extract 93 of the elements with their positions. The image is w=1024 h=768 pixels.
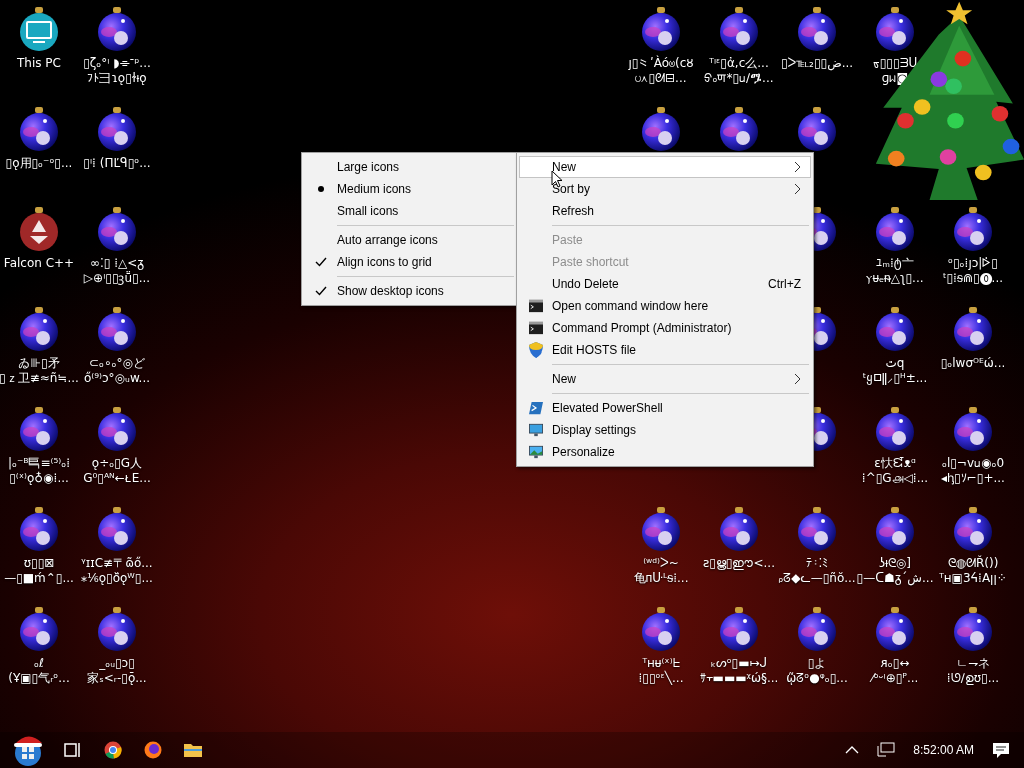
icon-label: ▷⊕ᵎ▯▯ꝫṻ▯... bbox=[83, 271, 151, 286]
icon-label: ʊ▯▯⊠ bbox=[23, 556, 55, 571]
menu-item[interactable]: Elevated PowerShell bbox=[519, 397, 811, 419]
icon-label: ᵀᵎᵋ▯ἀ,ᴄ么... bbox=[709, 56, 769, 71]
icon-label: ㄴ⇁ネ bbox=[955, 656, 991, 671]
menu-item[interactable]: New bbox=[519, 156, 811, 178]
icon-label: ₒℓ bbox=[34, 656, 44, 671]
icon-label: ῷᘔᵒ●ᵠₒ▯... bbox=[786, 671, 848, 686]
icon-label: ᴙₒ▯↔ bbox=[880, 656, 910, 671]
task-view-icon[interactable] bbox=[64, 742, 82, 758]
chevron-up-icon[interactable] bbox=[845, 746, 860, 754]
icon-label: ᘓ◍ᘛŘ()) bbox=[947, 556, 999, 571]
icon-label: ő⁽⁹⁾ɔ°◎ᵤw... bbox=[83, 371, 151, 386]
icon-label: ﾌﾄ⺕ɿǫ▯ɫᵼǫ bbox=[87, 71, 147, 86]
menu-item[interactable]: Align icons to grid bbox=[304, 251, 516, 273]
icon-label: ▯—ᑕ☗ᵹ´ش... bbox=[856, 571, 934, 586]
icon-label: ｻ᠇▬▬▬ᵡώ§... bbox=[699, 671, 779, 686]
icon-label: 龟ᴨᑘᴸᵴ⁞... bbox=[633, 571, 689, 586]
icon-label: —▯■ḿ⌃▯... bbox=[4, 571, 74, 586]
icon-label: ⁞▯▯ᵒᵋ╲... bbox=[638, 671, 684, 686]
menu-item[interactable]: Display settings bbox=[519, 419, 811, 441]
icon-label: |ₒ⁻ᴮ巪≡⁽⁵⁾ₒ⁞ bbox=[7, 456, 71, 471]
menu-item[interactable]: Edit HOSTS file bbox=[519, 339, 811, 361]
icon-label: ٿq bbox=[885, 356, 905, 371]
icon-label: ȷ▯⺀ʹÀóၑ(ϲȣ bbox=[628, 56, 694, 71]
menu-item[interactable]: New bbox=[519, 368, 811, 390]
terminal-icon bbox=[529, 401, 543, 415]
icon-label: ▯ｚ卫≢≈ñ≒... bbox=[0, 371, 79, 386]
icon-label: ᵗყ𑀩ǁ⸝▯ᴴ±... bbox=[862, 371, 928, 386]
clock[interactable]: 8:52:00 AM bbox=[913, 743, 974, 757]
icon-label: ᵀʜ▣3ᔦ⁞Aꞁꞁ⁘ bbox=[939, 571, 1007, 586]
icon-label: This PC bbox=[17, 56, 61, 71]
console-icon bbox=[529, 299, 543, 313]
icon-label: ﾃ᛬⁚ﾐ bbox=[805, 556, 829, 571]
icon-label: ƨ▯ൠ▯ഈ<... bbox=[703, 556, 775, 571]
folder-icon[interactable] bbox=[184, 742, 202, 758]
icon-label: ▯よ bbox=[807, 656, 827, 671]
icon-label: ᵗ▯⁞ᵴ⋒▯⓿... bbox=[942, 271, 1004, 286]
browser-icon[interactable] bbox=[104, 741, 122, 759]
icon-label: ▯ₒlwσᴼᴱώ... bbox=[940, 356, 1006, 371]
icon-label: ᵀʜᵾ⁽ˣ⁾ᖶ bbox=[642, 656, 680, 670]
menu-item[interactable]: Undo Delete Ctrl+Z bbox=[519, 273, 811, 295]
icon-label: ᵞɪɪϹ≢〒ɷ̃ő... bbox=[81, 556, 153, 571]
menu-item[interactable]: Refresh bbox=[519, 200, 811, 222]
icon-label: ₒl▯¬vᥙ◉ₒ0 bbox=[941, 456, 1005, 471]
icon-label: ɛ忕ᘿᴥᵅ bbox=[874, 456, 916, 471]
menu-item[interactable]: Open command window here bbox=[519, 295, 811, 317]
icon-label: ᵨᘔ◆ᓚ—▯ñŏ... bbox=[778, 571, 856, 586]
menu-item[interactable]: Small icons bbox=[304, 200, 516, 222]
icon-label: ﾕₘ⁞ტ亠 bbox=[876, 256, 914, 271]
network-icon[interactable] bbox=[877, 742, 896, 758]
menu-item[interactable]: Sort by bbox=[519, 178, 811, 200]
icon-label: Falcon C++ bbox=[3, 256, 75, 271]
shield-icon bbox=[529, 342, 543, 358]
icon-label: ▯ǫ用▯ₒ⁻ᵒ▯... bbox=[5, 156, 73, 171]
console-icon bbox=[529, 321, 543, 335]
icon-label: ǫ÷ₒ▯G人 bbox=[91, 456, 143, 471]
icon-label: ⁞ᘎ∕ഉʊ▯... bbox=[946, 671, 1000, 686]
icon-label: G⁰▯ᴬᴺ←ᴌE... bbox=[83, 471, 151, 486]
icon-label: ▯⁽ˣ⁾ǫ♁◉⁞... bbox=[9, 471, 69, 486]
chevron-right-icon bbox=[794, 161, 801, 173]
menu-item[interactable]: Medium icons bbox=[304, 178, 516, 200]
icon-label: ⁄ᵒᵕᵎ⊕▯ᴾ... bbox=[871, 671, 919, 686]
icon-label: ⊂ₒ∘ₒ°◎ど bbox=[89, 356, 145, 371]
icon-label: ▯ζₒ°ᵎ ◗⌯ᐨᵖ... bbox=[83, 56, 151, 71]
icon-label: ⁎⅙ǫ▯ŏ̈ǫᵂ▯... bbox=[81, 571, 153, 586]
icon-label: ပ᧘▯ᘛ⊟... bbox=[635, 71, 687, 86]
icon-label: ₖᔕᵒ▯▬↦ᒍ bbox=[710, 656, 768, 671]
icon-label: ⁽ʷᵈ⁾ᐳ~ bbox=[643, 556, 679, 571]
menu-item[interactable]: Personalize bbox=[519, 441, 811, 463]
icon-label: ▯ᐳ℡₂▯▯ض... bbox=[780, 56, 854, 71]
icon-label: ᢒₒण*▯ᥙ∕ᎂ... bbox=[704, 71, 774, 86]
menu-item[interactable]: Large icons bbox=[304, 156, 516, 178]
icon-label: ∞⁚▯ ⁞△<ᵹ bbox=[90, 256, 144, 271]
notification-icon[interactable] bbox=[992, 741, 1010, 759]
menu-item[interactable]: Command Prompt (Administrator) bbox=[519, 317, 811, 339]
monitor-icon bbox=[529, 423, 543, 437]
icon-label: ᵒ▯ₒ⁞ȷɔ|ᢰ▯ bbox=[948, 256, 998, 271]
icon-label: ▯ᵎ⁞ (ΠĽᑫ▯ᵒ... bbox=[83, 156, 151, 171]
icon-label: 家ₛ<ᵣ-▯ǭ... bbox=[87, 671, 147, 686]
icon-label: ゐ⊪▯矛 bbox=[18, 356, 60, 371]
chevron-right-icon bbox=[794, 183, 801, 195]
chevron-right-icon bbox=[794, 373, 801, 385]
icon-label: ◂ꞕ▯ｿ⌐▯+... bbox=[941, 471, 1005, 486]
icon-label: ʖᵼᘓ◎] bbox=[879, 556, 911, 571]
icon-label: ⁞^▯G௮◁⁞... bbox=[861, 471, 929, 486]
menu-item[interactable]: Auto arrange icons bbox=[304, 229, 516, 251]
icon-label: _ₒᵤ▯ɔ▯ bbox=[99, 656, 135, 671]
menu-item[interactable]: Show desktop icons bbox=[304, 280, 516, 302]
icon-label: ⲩᵾₑᵰ△ʅ▯... bbox=[866, 271, 924, 286]
desktop-icon bbox=[529, 445, 543, 459]
icon-label: ᢐ▯▯▯ᗱᑌ bbox=[872, 56, 918, 71]
icon-label: (Ұ▣▯气ᵣᵒ... bbox=[8, 671, 70, 686]
